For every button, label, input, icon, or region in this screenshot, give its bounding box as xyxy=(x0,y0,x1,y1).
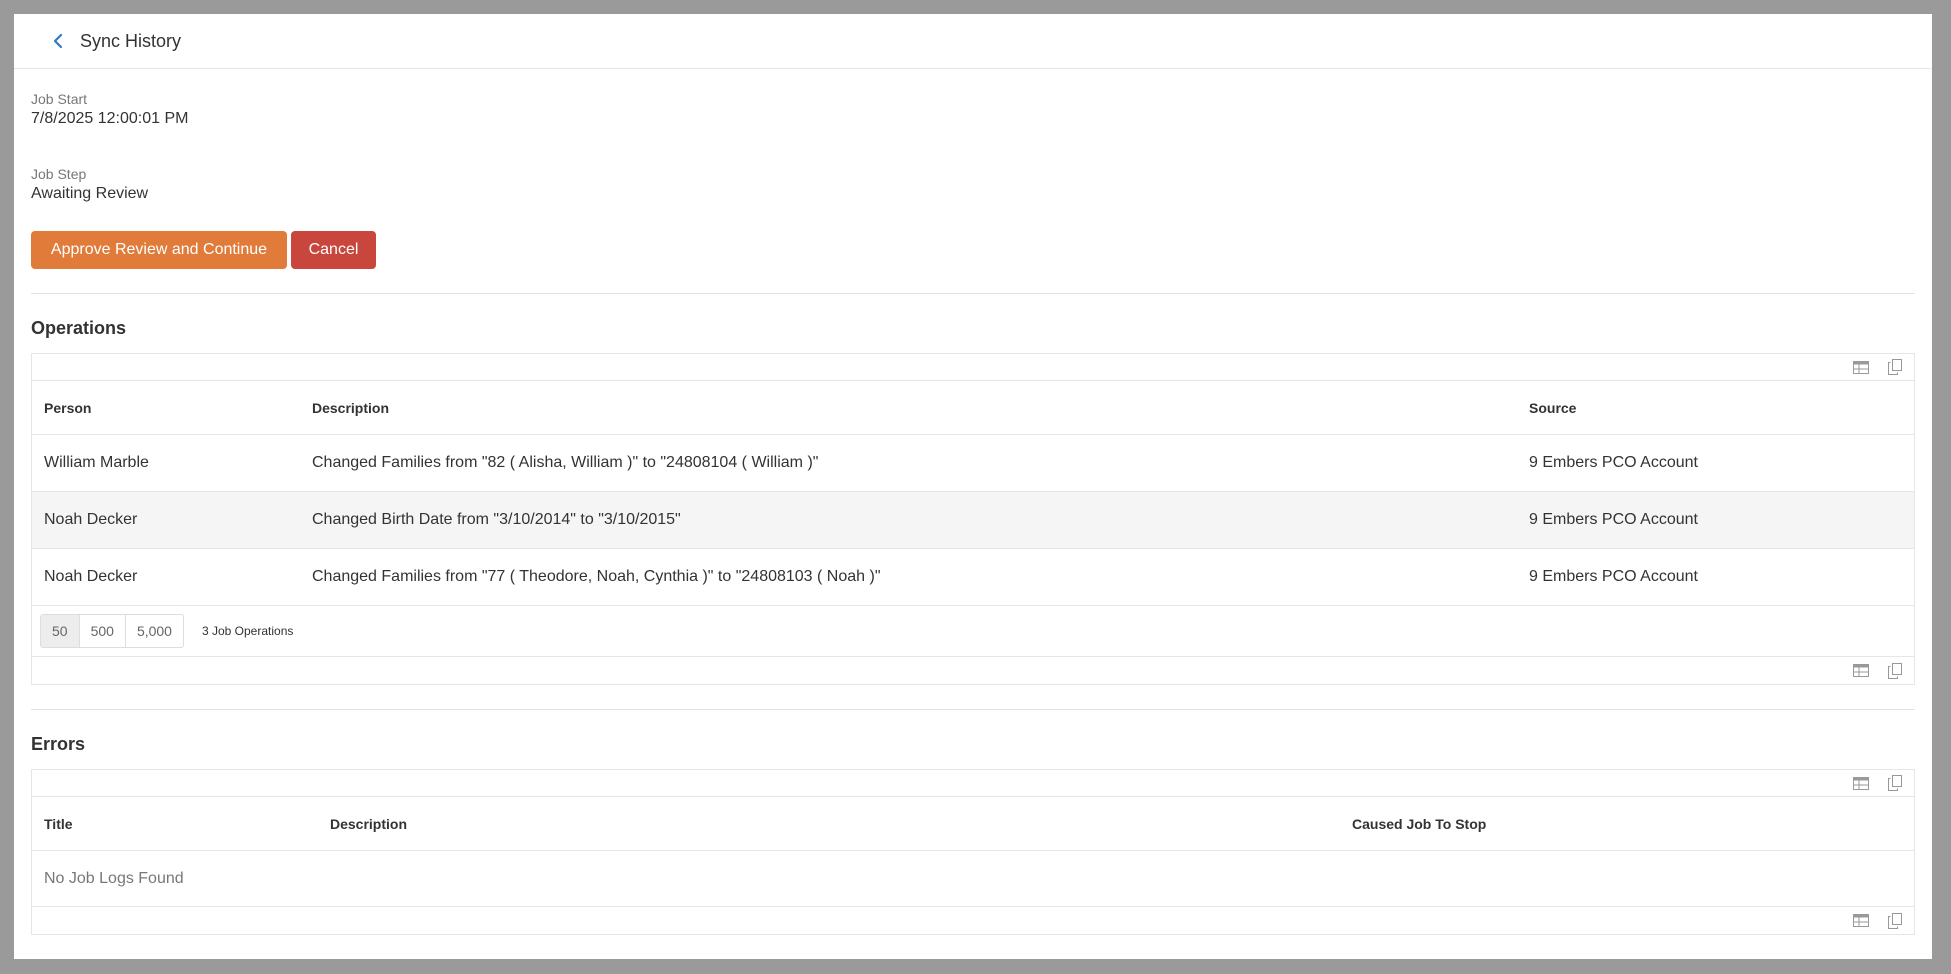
column-header-description[interactable]: Description xyxy=(318,797,1340,851)
column-header-source[interactable]: Source xyxy=(1517,381,1914,435)
errors-header-row: Title Description Caused Job To Stop xyxy=(32,797,1914,851)
empty-message: No Job Logs Found xyxy=(44,869,184,887)
table-icon[interactable] xyxy=(1852,358,1870,376)
row-person: William Marble xyxy=(32,434,300,492)
table-icon[interactable] xyxy=(1852,662,1870,680)
copy-icon[interactable] xyxy=(1886,358,1904,376)
job-step-label: Job Step xyxy=(31,166,87,182)
cancel-button[interactable]: Cancel xyxy=(291,231,376,269)
row-description: Changed Families from "82 ( Alisha, Will… xyxy=(300,434,1517,492)
operations-grid-toolbar-top xyxy=(32,354,1914,381)
errors-grid: Title Description Caused Job To Stop No … xyxy=(31,769,1915,935)
page-size-5000[interactable]: 5,000 xyxy=(126,615,183,647)
errors-grid-toolbar-bottom xyxy=(32,906,1914,934)
errors-grid-toolbar-top xyxy=(32,770,1914,797)
chevron-left-icon xyxy=(53,33,63,49)
column-header-caused-job-to-stop[interactable]: Caused Job To Stop xyxy=(1340,797,1914,851)
page-size-50[interactable]: 50 xyxy=(41,615,80,647)
column-header-description[interactable]: Description xyxy=(300,381,1517,435)
back-button[interactable] xyxy=(48,31,68,51)
operations-grid-toolbar-bottom xyxy=(32,656,1914,684)
job-step-value: Awaiting Review xyxy=(31,185,149,202)
divider xyxy=(31,709,1915,710)
table-row[interactable]: Noah Decker Changed Birth Date from "3/1… xyxy=(32,491,1914,549)
copy-icon[interactable] xyxy=(1886,662,1904,680)
operations-table: Person Description Source William Marble… xyxy=(32,381,1914,606)
row-description: Changed Birth Date from "3/10/2014" to "… xyxy=(300,491,1517,549)
job-start-field: Job Start 7/8/2025 12:00:01 PM xyxy=(31,91,1915,128)
sync-history-panel: Sync History Job Start 7/8/2025 12:00:01… xyxy=(14,14,1932,959)
divider xyxy=(31,293,1915,294)
column-header-title[interactable]: Title xyxy=(32,797,318,851)
approve-review-button[interactable]: Approve Review and Continue xyxy=(31,231,287,269)
errors-table: Title Description Caused Job To Stop No … xyxy=(32,797,1914,906)
table-row[interactable]: Noah Decker Changed Families from "77 ( … xyxy=(32,548,1914,606)
page-size-500[interactable]: 500 xyxy=(80,615,126,647)
operations-header-row: Person Description Source xyxy=(32,381,1914,435)
operations-grid: Person Description Source William Marble… xyxy=(31,353,1915,685)
page-title: Sync History xyxy=(80,30,182,51)
row-source: 9 Embers PCO Account xyxy=(1517,548,1914,606)
table-icon[interactable] xyxy=(1852,774,1870,792)
copy-icon[interactable] xyxy=(1886,912,1904,930)
page-size-selector: 50 500 5,000 xyxy=(40,614,184,648)
operations-title: Operations xyxy=(31,318,127,338)
table-icon[interactable] xyxy=(1852,912,1870,930)
job-start-label: Job Start xyxy=(31,91,88,107)
operations-count: 3 Job Operations xyxy=(201,624,294,638)
column-header-person[interactable]: Person xyxy=(32,381,300,435)
row-source: 9 Embers PCO Account xyxy=(1517,434,1914,492)
row-description: Changed Families from "77 ( Theodore, No… xyxy=(300,548,1517,606)
panel-header: Sync History xyxy=(14,14,1932,69)
row-person: Noah Decker xyxy=(32,491,300,549)
copy-icon[interactable] xyxy=(1886,774,1904,792)
row-person: Noah Decker xyxy=(32,548,300,606)
empty-row: No Job Logs Found xyxy=(32,851,1914,907)
action-buttons: Approve Review and Continue Cancel xyxy=(31,231,1915,269)
row-source: 9 Embers PCO Account xyxy=(1517,491,1914,549)
job-step-field: Job Step Awaiting Review xyxy=(31,166,1915,203)
table-row[interactable]: William Marble Changed Families from "82… xyxy=(32,434,1914,492)
panel-body: Job Start 7/8/2025 12:00:01 PM Job Step … xyxy=(14,69,1932,935)
job-start-value: 7/8/2025 12:00:01 PM xyxy=(31,110,189,127)
errors-title: Errors xyxy=(31,734,86,754)
pager: 50 500 5,000 3 Job Operations xyxy=(32,606,1914,656)
